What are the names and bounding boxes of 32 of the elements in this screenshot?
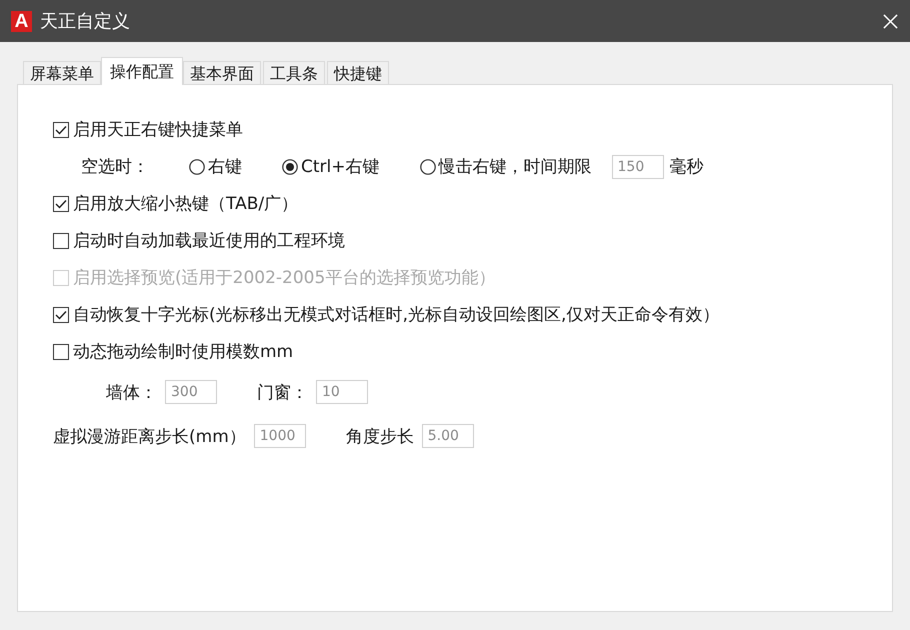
checkbox-label: 动态拖动绘制时使用模数mm: [73, 341, 294, 363]
app-logo: A: [11, 10, 32, 32]
field-label: 墙体：: [106, 382, 157, 404]
radio-label: 右键: [208, 156, 242, 178]
tab[interactable]: 操作配置: [101, 57, 183, 85]
window-title: 天正自定义: [40, 10, 131, 33]
tab[interactable]: 工具条: [263, 61, 325, 84]
close-button[interactable]: [883, 14, 898, 28]
checkbox-label: 启动时自动加载最近使用的工程环境: [73, 230, 345, 252]
checkbox[interactable]: [53, 306, 69, 322]
checkbox[interactable]: [53, 232, 69, 248]
unit-label: 毫秒: [670, 156, 704, 178]
checkbox[interactable]: [53, 122, 69, 138]
option-label: 空选时：: [81, 156, 149, 178]
tab[interactable]: 基本界面: [183, 61, 261, 84]
checkbox-label: 启用天正右键快捷菜单: [73, 119, 243, 141]
close-icon: [883, 14, 898, 28]
checkbox-label: 启用放大缩小热键（TAB/广）: [73, 193, 298, 215]
checkbox[interactable]: [53, 344, 69, 360]
field-label: 虚拟漫游距离步长(mm）: [53, 426, 246, 448]
checkbox-label: 自动恢复十字光标(光标移出无模式对话框时,光标自动设回绘图区,仅对天正命令有效）: [73, 304, 720, 326]
field-label: 角度步长: [346, 426, 414, 448]
radio-button[interactable]: [282, 158, 298, 174]
field-label: 门窗：: [257, 382, 308, 404]
tab[interactable]: 屏幕菜单: [23, 61, 101, 84]
radio-label: Ctrl+右键: [301, 156, 380, 178]
checkbox[interactable]: [53, 196, 69, 212]
tab[interactable]: 快捷键: [327, 61, 389, 84]
radio-button[interactable]: [420, 158, 436, 174]
radio-button[interactable]: [189, 158, 205, 174]
checkbox-label: 启用选择预览(适用于2002-2005平台的选择预览功能）: [73, 267, 496, 289]
radio-label: 慢击右键，时间期限: [438, 156, 592, 178]
